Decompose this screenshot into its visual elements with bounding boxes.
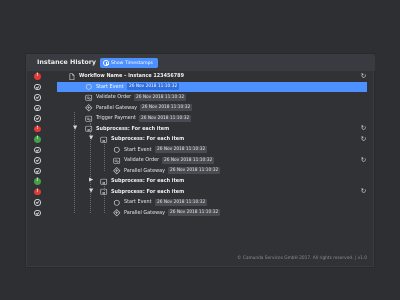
start-event-icon [113,146,121,154]
history-row[interactable]: ! Workflow Name – Instance 123456789 ↻ [27,71,375,82]
history-row[interactable]: Validate Order 26 Nov 2018 11:10:32 [27,92,375,103]
row-label: Parallel Gateway [124,167,165,174]
row-label: Subprocess: For each item [111,178,185,184]
timestamp-badge: 26 Nov 2018 11:10:32 [140,104,193,112]
row-label: Validate Order [96,94,132,100]
show-timestamps-label: Show Timestamps [111,60,153,66]
row-label: Subprocess: For each item [111,188,185,195]
history-row[interactable]: ! ▼ Subprocess: For each item ↻ [27,124,375,135]
row-label: Start Event [124,146,152,153]
panel-header: Instance History Show Timestamps [27,55,375,71]
row-label: Subprocess: For each item [111,136,185,142]
history-row[interactable]: Parallel Gateway 26 Nov 2018 11:10:32 [27,166,375,177]
history-row[interactable]: Start Event 26 Nov 2018 11:10:32 [27,145,375,156]
copyright-footer: © Camunda Services GmbH 2017. All rights… [237,256,367,261]
completed-check-icon [34,115,41,122]
gateway-icon [85,104,93,112]
timestamp-badge: 26 Nov 2018 11:10:32 [155,146,208,154]
completed-check-icon [34,167,41,174]
row-label: Workflow Name – Instance 123456789 [79,73,184,79]
row-label: Trigger Payment [96,115,136,121]
retry-icon[interactable]: ↻ [360,156,367,164]
completed-check-icon [34,157,41,164]
start-event-icon [85,83,93,91]
history-row[interactable]: ! ▼ Subprocess: For each item ↻ [27,187,375,198]
timestamp-badge: 26 Nov 2018 11:10:32 [139,114,192,122]
collapse-caret-icon[interactable]: ▼ [89,135,93,141]
completed-check-icon [34,83,41,90]
timestamp-badge: 26 Nov 2018 11:10:32 [134,93,187,101]
gateway-icon [113,209,121,217]
panel-title: Instance History [37,58,97,66]
gateway-icon [113,167,121,175]
service-task-icon [85,115,93,123]
row-label: Validate Order [124,157,160,163]
completed-check-icon [34,104,41,111]
expand-caret-icon[interactable]: ▶ [89,177,93,183]
row-label: Parallel Gateway [124,209,165,216]
service-task-icon [85,94,93,102]
active-status-icon: ! [34,178,41,185]
completed-check-icon [34,209,41,216]
subprocess-icon [100,188,108,196]
show-timestamps-button[interactable]: Show Timestamps [100,58,158,68]
history-row[interactable]: Trigger Payment 26 Nov 2018 11:10:32 [27,113,375,124]
timestamp-badge: 26 Nov 2018 11:10:32 [168,209,221,217]
row-label: Start Event [124,199,152,205]
history-row[interactable]: Start Event 26 Nov 2018 11:10:32 [27,81,375,92]
error-status-icon: ! [34,125,41,132]
history-row[interactable]: Validate Order 26 Nov 2018 11:10:32 ↻ [27,155,375,166]
collapse-caret-icon[interactable]: ▼ [89,188,93,194]
timestamp-badge: 26 Nov 2018 11:10:32 [168,167,221,175]
retry-icon[interactable]: ↻ [360,125,367,132]
error-status-icon: ! [34,188,41,195]
subprocess-icon [100,136,108,144]
retry-icon[interactable]: ↻ [360,72,367,80]
timestamp-badge: 26 Nov 2018 11:10:32 [127,83,180,91]
service-task-icon [113,157,121,165]
history-row[interactable]: ! ▶ Subprocess: For each item [27,176,375,187]
history-row[interactable]: Parallel Gateway 26 Nov 2018 11:10:32 [27,103,375,114]
timestamp-badge: 26 Nov 2018 11:10:32 [155,198,208,206]
start-event-icon [113,199,121,207]
retry-icon[interactable]: ↻ [360,135,367,143]
collapse-caret-icon[interactable]: ▼ [73,125,77,131]
row-label: Parallel Gateway [96,104,137,111]
history-row[interactable]: Parallel Gateway 26 Nov 2018 11:10:32 [27,208,375,219]
instance-history-panel: Instance History Show Timestamps ! Workfl… [26,54,375,267]
retry-icon[interactable]: ↻ [360,188,367,195]
document-icon [68,72,76,81]
completed-check-icon [34,94,41,101]
timestamp-badge: 26 Nov 2018 11:10:32 [162,156,215,164]
row-label: Subprocess: For each item [96,125,170,132]
row-label: Start Event [96,83,124,90]
subprocess-icon [85,125,93,133]
completed-check-icon [34,146,41,153]
subprocess-icon [100,178,108,186]
completed-check-icon [34,199,41,206]
history-row[interactable]: ! ▼ Subprocess: For each item ↻ [27,134,375,145]
clock-icon [103,60,109,66]
history-row[interactable]: Start Event 26 Nov 2018 11:10:32 [27,197,375,208]
error-status-icon: ! [34,73,41,80]
active-status-icon: ! [34,136,41,143]
